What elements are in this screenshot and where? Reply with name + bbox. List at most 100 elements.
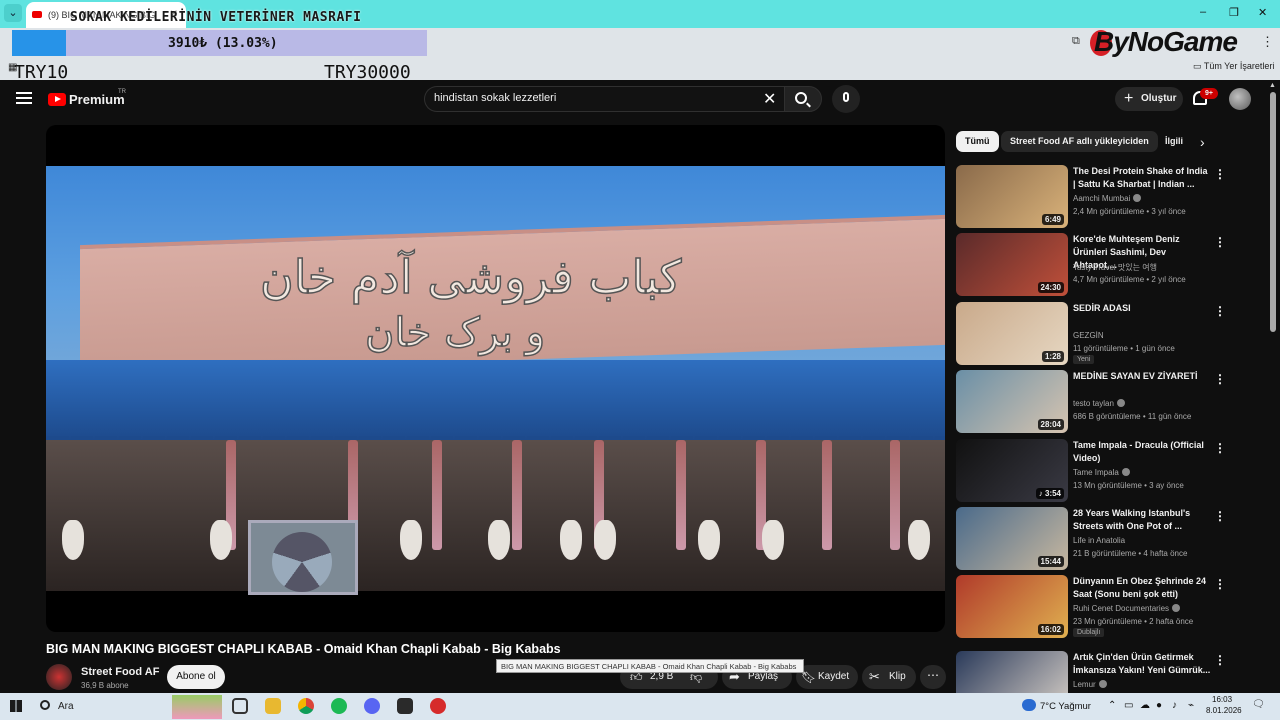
channel-name[interactable]: Street Food AF bbox=[81, 666, 159, 678]
browser-menu-icon[interactable]: ⋮ bbox=[1261, 34, 1274, 50]
recommended-video[interactable]: 28:04 MEDİNE SAYAN EV ZİYARETİ testo tayla… bbox=[956, 370, 1266, 436]
video-thumbnail[interactable]: 1:28 bbox=[956, 302, 1068, 365]
title-tooltip: BIG MAN MAKING BIGGEST CHAPLI KABAB - Om… bbox=[496, 659, 804, 673]
recommended-video[interactable]: Artık Çin'den Ürün Getirmek İmkansıza Ya… bbox=[956, 651, 1266, 693]
shop-awning bbox=[46, 360, 945, 450]
more-options-icon[interactable]: ⋮ bbox=[1214, 509, 1226, 523]
hamburger-menu-icon[interactable] bbox=[16, 92, 32, 104]
chevron-right-icon[interactable]: › bbox=[1200, 134, 1205, 150]
search-clear-icon[interactable]: ✕ bbox=[763, 89, 776, 109]
recommended-video[interactable]: 15:44 28 Years Walking Istanbul's Streets… bbox=[956, 507, 1266, 573]
chrome-icon[interactable] bbox=[298, 698, 314, 714]
more-options-icon[interactable]: ⋮ bbox=[1214, 372, 1226, 386]
recommended-video[interactable]: 24:30 Kore'de Muhteşem Deniz Ürünleri Sas… bbox=[956, 233, 1266, 299]
recommended-video-title[interactable]: Tame Impala - Dracula (Official Video) bbox=[1073, 439, 1211, 465]
cast-icon[interactable]: ⧉ bbox=[1072, 35, 1080, 48]
tray-microphone-icon[interactable]: ● bbox=[1156, 700, 1162, 711]
youtube-logo-icon[interactable] bbox=[48, 93, 66, 106]
tray-app-icon[interactable]: ▭ bbox=[1124, 700, 1133, 711]
recommended-channel[interactable]: GEZGİN bbox=[1073, 331, 1104, 340]
speaker-icon[interactable]: ♪ bbox=[1172, 700, 1177, 711]
all-bookmarks-link[interactable]: ▭ Tüm Yer İşaretleri bbox=[1193, 61, 1274, 72]
hanging-bag bbox=[762, 520, 784, 560]
more-options-icon[interactable]: ⋮ bbox=[1214, 235, 1226, 249]
recommended-video-title[interactable]: SEDİR ADASI bbox=[1073, 302, 1211, 315]
save-label[interactable]: Kaydet bbox=[818, 671, 849, 682]
create-button[interactable]: + Oluştur bbox=[1115, 87, 1183, 111]
taskbar-widget-image[interactable] bbox=[172, 695, 222, 719]
chip-related[interactable]: İlgili bbox=[1156, 131, 1196, 152]
channel-avatar[interactable] bbox=[46, 664, 72, 690]
video-thumbnail[interactable]: 24:30 bbox=[956, 233, 1068, 296]
chip-from-uploader[interactable]: Street Food AF adlı yükleyiciden bbox=[1001, 131, 1158, 152]
video-thumbnail[interactable]: 16:02 bbox=[956, 575, 1068, 638]
recommended-channel[interactable]: Ruhi Cenet Documentaries bbox=[1073, 604, 1181, 613]
recommended-channel[interactable]: testo taylan bbox=[1073, 399, 1125, 408]
scissors-icon[interactable]: ✂ bbox=[869, 669, 880, 685]
recommended-channel[interactable]: Aamchi Mumbai bbox=[1073, 194, 1142, 203]
app-red-icon[interactable] bbox=[430, 698, 446, 714]
clock-date[interactable]: 8.01.2026 bbox=[1206, 706, 1242, 715]
recommended-video-title[interactable]: Artık Çin'den Ürün Getirmek İmkansıza Ya… bbox=[1073, 651, 1211, 677]
recommended-channel[interactable]: Tasty Travel 맛있는 여행 bbox=[1073, 262, 1157, 273]
clock-time[interactable]: 16:03 bbox=[1212, 695, 1232, 704]
recommended-badge: Dublajlı bbox=[1073, 628, 1105, 637]
more-options-icon[interactable]: ⋮ bbox=[1214, 167, 1226, 181]
windows-start-icon[interactable] bbox=[10, 700, 22, 712]
recommended-video[interactable]: ♪ 3:54 Tame Impala - Dracula (Official Vi… bbox=[956, 439, 1266, 505]
tab-search-chevron-icon[interactable]: ⌄ bbox=[4, 4, 22, 22]
video-thumbnail[interactable] bbox=[956, 651, 1068, 693]
subscribe-button[interactable]: Abone ol bbox=[167, 665, 225, 689]
recommended-channel[interactable]: Life in Anatolia bbox=[1073, 536, 1125, 545]
task-view-icon[interactable] bbox=[232, 698, 248, 714]
taskbar-search-label[interactable]: Ara bbox=[58, 701, 74, 712]
app-icon[interactable] bbox=[397, 698, 413, 714]
more-actions-button[interactable]: ⋯ bbox=[920, 665, 946, 689]
notification-center-icon[interactable]: 🗨︎ bbox=[1252, 699, 1265, 710]
discord-icon[interactable] bbox=[364, 698, 380, 714]
search-icon[interactable] bbox=[795, 92, 807, 104]
more-options-icon[interactable]: ⋮ bbox=[1214, 441, 1226, 455]
video-thumbnail[interactable]: ♪ 3:54 bbox=[956, 439, 1068, 502]
maximize-icon[interactable]: ❐ bbox=[1229, 6, 1239, 19]
tray-expand-icon[interactable]: ⌃ bbox=[1108, 700, 1116, 711]
microphone-icon[interactable] bbox=[843, 92, 849, 102]
video-thumbnail[interactable]: 6:49 bbox=[956, 165, 1068, 228]
recommended-video-title[interactable]: Dünyanın En Obez Şehrinde 24 Saat (Sonu … bbox=[1073, 575, 1211, 601]
taskbar-search-icon[interactable] bbox=[40, 700, 50, 710]
verified-check-icon bbox=[1133, 194, 1142, 202]
weather-text[interactable]: 7°C Yağmur bbox=[1040, 701, 1091, 712]
video-thumbnail[interactable]: 28:04 bbox=[956, 370, 1068, 433]
chip-all[interactable]: Tümü bbox=[956, 131, 999, 152]
recommended-video-title[interactable]: The Desi Protein Shake of India | Sattu … bbox=[1073, 165, 1211, 191]
scrollbar-thumb[interactable] bbox=[1270, 92, 1276, 332]
recommended-channel-name: GEZGİN bbox=[1073, 331, 1104, 340]
minimize-icon[interactable]: – bbox=[1200, 6, 1206, 18]
recommended-channel[interactable]: Lemur bbox=[1073, 680, 1107, 689]
account-avatar[interactable] bbox=[1229, 88, 1251, 110]
tray-cloud-icon[interactable]: ☁ bbox=[1140, 700, 1150, 711]
more-options-icon[interactable]: ⋮ bbox=[1214, 304, 1226, 318]
search-input[interactable]: hindistan sokak lezzetleri bbox=[434, 92, 556, 104]
more-options-icon[interactable]: ⋮ bbox=[1214, 577, 1226, 591]
apps-grid-icon[interactable]: ▦ bbox=[8, 62, 17, 73]
window-close-icon[interactable]: ✕ bbox=[1258, 6, 1267, 19]
youtube-premium-label[interactable]: Premium bbox=[69, 92, 125, 107]
network-icon[interactable]: ⌁ bbox=[1188, 700, 1194, 711]
spotify-icon[interactable] bbox=[331, 698, 347, 714]
recommended-video[interactable]: 6:49 The Desi Protein Shake of India | Sa… bbox=[956, 165, 1266, 231]
more-options-icon[interactable]: ⋮ bbox=[1214, 653, 1226, 667]
video-thumbnail[interactable]: 15:44 bbox=[956, 507, 1068, 570]
recommended-channel-name: Tame Impala bbox=[1073, 468, 1119, 477]
clip-label[interactable]: Klip bbox=[889, 671, 906, 682]
recommended-meta: 21 B görüntüleme • 4 hafta önce bbox=[1073, 549, 1188, 558]
recommended-video-title[interactable]: 28 Years Walking Istanbul's Streets with… bbox=[1073, 507, 1211, 533]
recommended-video[interactable]: 16:02 Dünyanın En Obez Şehrinde 24 Saat (… bbox=[956, 575, 1266, 641]
recommended-video-title[interactable]: MEDİNE SAYAN EV ZİYARETİ bbox=[1073, 370, 1211, 383]
file-explorer-icon[interactable] bbox=[265, 698, 281, 714]
weather-icon[interactable] bbox=[1022, 699, 1036, 711]
recommended-video[interactable]: 1:28 SEDİR ADASI GEZGİN 11 görüntüleme • 1 … bbox=[956, 302, 1266, 368]
shop-sign-line-1: کباب فروشی آدم خان bbox=[259, 249, 682, 305]
recommended-channel[interactable]: Tame Impala bbox=[1073, 468, 1130, 477]
scroll-up-arrow-icon[interactable]: ▲ bbox=[1269, 82, 1276, 89]
